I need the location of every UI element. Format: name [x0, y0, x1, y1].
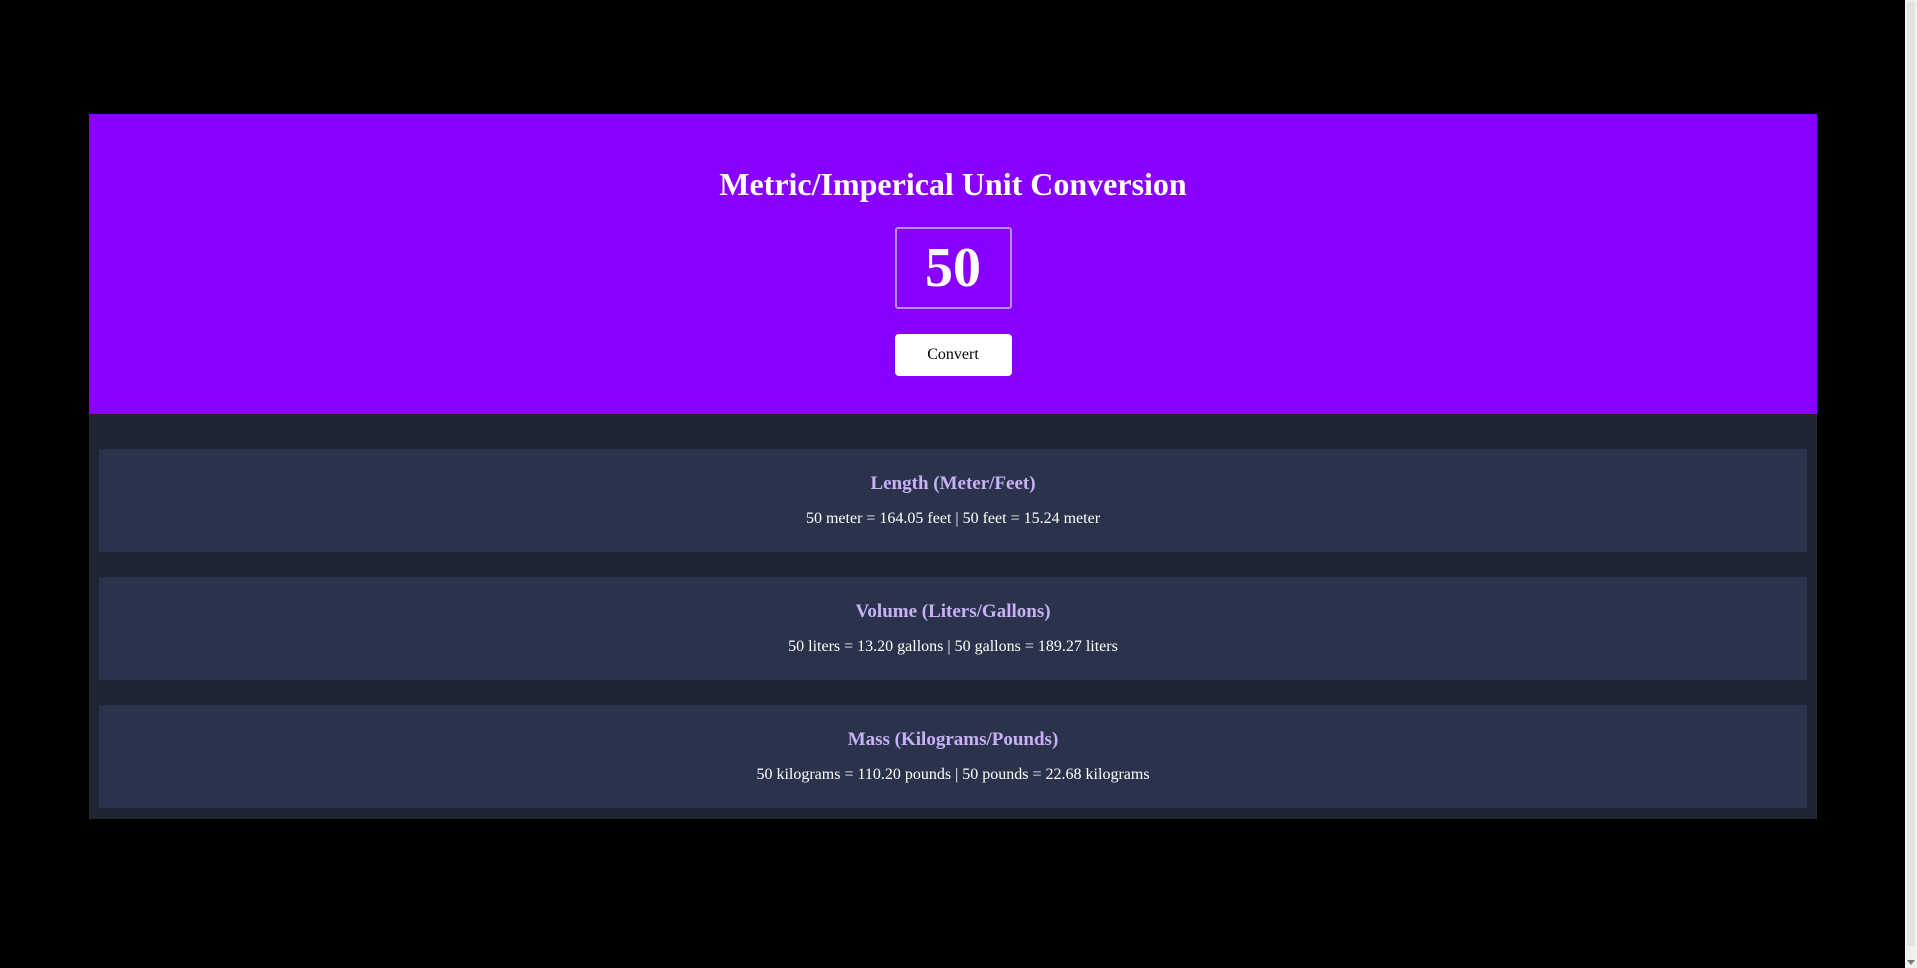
- length-card-result: 50 meter = 164.05 feet | 50 feet = 15.24…: [805, 510, 1101, 527]
- convert-button[interactable]: Convert: [894, 334, 1012, 376]
- results-section: Length (Meter/Feet) 50 meter = 164.05 fe…: [89, 414, 1817, 808]
- length-card: Length (Meter/Feet) 50 meter = 164.05 fe…: [99, 449, 1807, 552]
- volume-card-title: Volume (Liters/Gallons): [855, 601, 1051, 622]
- mass-card-result: 50 kilograms = 110.20 pounds | 50 pounds…: [756, 766, 1150, 783]
- mass-card-title: Mass (Kilograms/Pounds): [847, 729, 1059, 750]
- volume-card-result: 50 liters = 13.20 gallons | 50 gallons =…: [788, 638, 1118, 655]
- volume-card: Volume (Liters/Gallons) 50 liters = 13.2…: [99, 577, 1807, 680]
- page-title: Metric/Imperical Unit Conversion: [719, 166, 1187, 202]
- mass-card: Mass (Kilograms/Pounds) 50 kilograms = 1…: [99, 705, 1807, 808]
- number-input[interactable]: [894, 227, 1012, 309]
- scroll-down-arrow-icon[interactable]: [1907, 960, 1915, 965]
- scrollbar-thumb[interactable]: [1907, 2, 1915, 946]
- converter-header: Metric/Imperical Unit Conversion Convert: [89, 114, 1817, 414]
- vertical-scrollbar[interactable]: [1905, 0, 1917, 968]
- length-card-title: Length (Meter/Feet): [870, 473, 1036, 494]
- converter-app: Metric/Imperical Unit Conversion Convert…: [89, 114, 1817, 819]
